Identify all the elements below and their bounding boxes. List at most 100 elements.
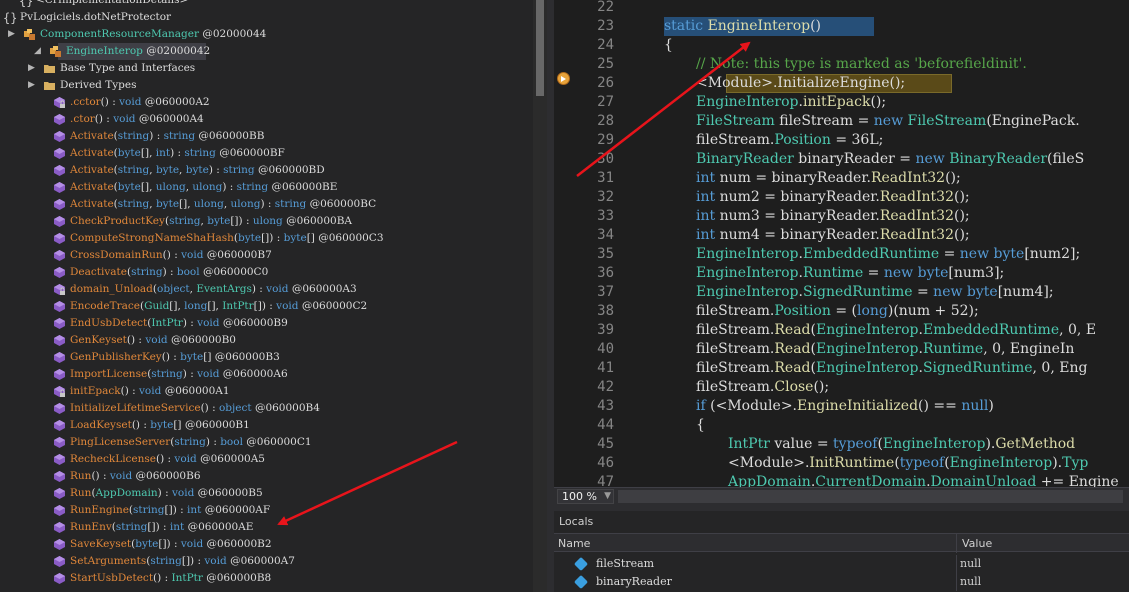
tree-node[interactable]: GenPublisherKey() : byte[] @060000B3 [0,349,533,366]
signature-token: string [117,198,150,210]
metadata-token: @060000A2 [144,96,210,108]
tree-scrollbar[interactable] [533,0,547,592]
code-line: fileStream.Position = 36L; [696,131,883,150]
metadata-token: @060000B7 [206,249,272,261]
editor-horizontal-scrollbar[interactable] [618,490,1123,503]
code-line: if (<Module>.EngineInitialized() == null… [696,397,994,416]
method-icon [53,453,66,466]
signature-token: bool [220,436,243,448]
expand-arrow-icon[interactable]: ▶ [28,60,35,77]
tree-node[interactable]: Activate(byte[], ulong, ulong) : string … [0,179,533,196]
member-name: .ctor [70,113,95,125]
lock-icon [53,385,66,398]
code-token: typeof [899,455,945,471]
signature-token: string [133,504,165,516]
method-icon [53,215,66,228]
member-name: domain_Unload [70,283,153,295]
tree-node-label: StartUsbDetect() : IntPtr @060000B8 [70,570,271,587]
line-number: 30 [597,151,614,167]
local-value[interactable]: null [960,557,981,570]
member-name: Activate [70,164,114,176]
signature-token: byte [155,198,180,210]
tree-node[interactable]: Deactivate(string) : bool @060000C0 [0,264,533,281]
tree-node[interactable]: ImportLicense(string) : void @060000A6 [0,366,533,383]
expand-arrow-icon[interactable]: ▶ [28,77,35,94]
collapse-arrow-icon[interactable]: ◢ [34,43,41,60]
tree-node[interactable]: .ctor() : void @060000A4 [0,111,533,128]
tree-node[interactable]: RecheckLicense() : void @060000A5 [0,451,533,468]
column-divider[interactable] [956,534,957,553]
code-token: (); [813,379,830,395]
code-token: if [696,398,706,414]
tree-node[interactable]: Activate(byte[], int) : string @060000BF [0,145,533,162]
tree-node[interactable]: Activate(string, byte, byte) : string @0… [0,162,533,179]
current-statement-breakpoint-icon[interactable] [557,72,570,85]
tree-node[interactable]: RunEnv(string[]) : int @060000AE [0,519,533,536]
breakpoint-gutter[interactable] [554,0,578,487]
metadata-token: @060000A1 [164,385,230,397]
code-editor[interactable]: 22 23 static EngineInterop() 24{25// Note: … [554,0,1129,487]
tree-node-label: Derived Types [60,79,137,91]
signature-token: string [169,215,201,227]
tree-node[interactable]: ▶ ComponentResourceManager @02000044 [0,26,533,43]
method-icon [53,266,66,279]
local-value[interactable]: null [960,575,981,588]
signature-token: ) : [170,147,185,159]
chevron-down-icon[interactable]: ▼ [604,490,611,503]
tree-node[interactable]: Run() : void @060000B6 [0,468,533,485]
line-number: 34 [597,227,614,243]
method-icon [53,198,66,211]
tree-node[interactable]: ComputeStrongNameShaHash(byte[]) : byte[… [0,230,533,247]
tree-node[interactable]: SaveKeyset(byte[]) : void @060000B2 [0,536,533,553]
code-token: ReadInt32 [879,189,954,205]
column-header-value[interactable]: Value [962,537,992,550]
tree-node[interactable]: ▶ Base Type and Interfaces [0,60,533,77]
expand-arrow-icon[interactable]: ▶ [8,26,15,43]
locals-row[interactable]: fileStream null [554,555,1129,573]
tree-node[interactable]: InitializeLifetimeService() : object @06… [0,400,533,417]
pane-splitter[interactable] [547,0,554,592]
code-line: fileStream.Close(); [696,378,829,397]
tree-node[interactable]: CrossDomainRun() : void @060000B7 [0,247,533,264]
code-token: int [696,170,716,186]
tree-node[interactable]: domain_Unload(object, EventArgs) : void … [0,281,533,298]
namespace-icon: {} [19,0,33,8]
metadata-token: @060000C0 [202,266,269,278]
code-token: , 0, EngineIn [983,341,1075,357]
tree-node[interactable]: StartUsbDetect() : IntPtr @060000B8 [0,570,533,587]
code-line: fileStream.Read(EngineInterop.Runtime, 0… [696,340,1074,359]
tree-node[interactable]: .cctor() : void @060000A2 [0,94,533,111]
code-token: <Module>. [728,455,810,471]
zoom-level-select[interactable]: 100 % ▼ [557,489,614,504]
class-icon [49,45,62,58]
tree-node[interactable]: Activate(string, byte[], ulong, ulong) :… [0,196,533,213]
tree-node[interactable]: ◢ EngineInterop @02000042 [34,43,210,60]
tree-node[interactable]: EncodeTrace(Guid[], long[], IntPtr[]) : … [0,298,533,315]
metadata-token: @02000044 [202,28,267,40]
tree-node[interactable]: CheckProductKey(string, byte[]) : ulong … [0,213,533,230]
tree-node[interactable]: {} <CrImplementationDetails> [0,0,533,9]
metadata-token: @060000BF [219,147,285,159]
tree-node[interactable]: ◢{}PvLogiciels.dotNetProtector [0,9,533,26]
tree-node[interactable]: PingLicenseServer(string) : bool @060000… [0,434,533,451]
tree-node[interactable]: RunEngine(string[]) : int @060000AF [0,502,533,519]
tree-node[interactable]: EndUsbDetect(IntPtr) : void @060000B9 [0,315,533,332]
member-name: RecheckLicense [70,453,157,465]
tree-node[interactable]: Run(AppDomain) : void @060000B5 [0,485,533,502]
member-name: PingLicenseServer [70,436,171,448]
code-token: num4 = binaryReader. [715,227,880,243]
tree-node-label: Activate(string, byte, byte) : string @0… [70,162,325,179]
tree-node[interactable]: SetArguments(string[]) : void @060000A7 [0,553,533,570]
metadata-token: @060000BE [271,181,338,193]
tree-node[interactable]: GenKeyset() : void @060000B0 [0,332,533,349]
method-icon [53,334,66,347]
tree-node[interactable]: Activate(string) : string @060000BB [0,128,533,145]
locals-row[interactable]: binaryReader null [554,573,1129,591]
signature-token: () : [126,334,146,346]
code-token: Position [774,132,831,148]
tree-scrollbar-thumb[interactable] [536,0,544,96]
tree-node[interactable]: LoadKeyset() : byte[] @060000B1 [0,417,533,434]
tree-node[interactable]: ▶ Derived Types [0,77,533,94]
tree-node[interactable]: initEpack() : void @060000A1 [0,383,533,400]
column-header-name[interactable]: Name [558,537,590,550]
